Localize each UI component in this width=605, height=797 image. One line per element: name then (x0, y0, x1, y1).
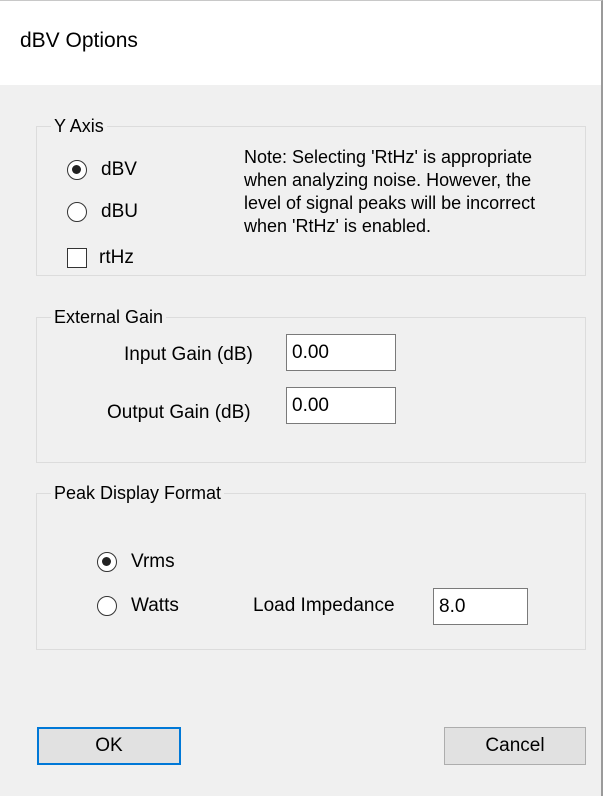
output-gain-label: Output Gain (dB) (107, 402, 251, 423)
dbu-radio[interactable] (67, 202, 87, 222)
dialog-window: dBV Options Y Axis dBV dBU rtHz Note: Se… (0, 0, 603, 796)
rthz-checkbox[interactable] (67, 248, 87, 268)
title-bar[interactable]: dBV Options (0, 1, 601, 85)
y-axis-group-label: Y Axis (51, 115, 107, 137)
input-gain-field[interactable] (286, 334, 396, 371)
peak-display-group: Peak Display Format (36, 482, 586, 650)
load-impedance-field[interactable] (433, 588, 528, 625)
watts-radio-label[interactable]: Watts (131, 595, 179, 617)
output-gain-field[interactable] (286, 387, 396, 424)
load-impedance-label: Load Impedance (253, 595, 395, 616)
peak-display-group-label: Peak Display Format (51, 482, 225, 504)
cancel-button[interactable]: Cancel (444, 727, 586, 765)
rthz-checkbox-label[interactable]: rtHz (99, 247, 134, 269)
ok-button[interactable]: OK (37, 727, 181, 765)
watts-radio[interactable] (97, 596, 117, 616)
dbu-radio-label[interactable]: dBU (101, 201, 138, 223)
vrms-radio-label[interactable]: Vrms (131, 551, 175, 573)
external-gain-group-label: External Gain (51, 306, 167, 328)
input-gain-label: Input Gain (dB) (124, 344, 253, 365)
rthz-note: Note: Selecting 'RtHz' is appropriate wh… (244, 147, 536, 236)
vrms-radio[interactable] (97, 552, 117, 572)
dbv-radio[interactable] (67, 160, 87, 180)
dialog-title: dBV Options (20, 29, 138, 52)
dbv-radio-label[interactable]: dBV (101, 159, 137, 181)
